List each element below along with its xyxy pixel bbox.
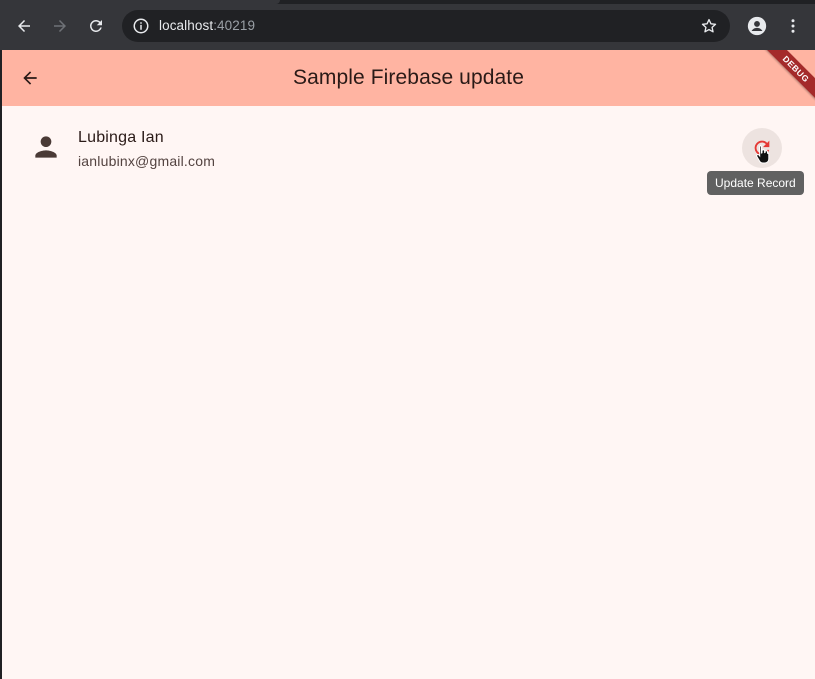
profile-button[interactable] xyxy=(743,12,771,40)
person-icon xyxy=(35,136,57,158)
profile-icon xyxy=(747,16,767,36)
address-url[interactable]: localhost:40219 xyxy=(159,18,255,33)
app-viewport: Sample Firebase update DEBUG Lubinga Ian… xyxy=(2,50,815,679)
arrow-right-icon xyxy=(54,20,66,32)
hand-cursor-icon xyxy=(756,145,770,164)
page-title: Sample Firebase update xyxy=(292,66,524,89)
browser-toolbar: localhost:40219 xyxy=(0,0,815,50)
kebab-menu-icon xyxy=(791,19,795,33)
browser-forward-button[interactable] xyxy=(46,12,74,40)
reload-icon xyxy=(89,19,102,32)
url-port: :40219 xyxy=(213,18,256,33)
list-item[interactable]: Lubinga Ian ianlubinx@gmail.com xyxy=(2,106,815,176)
active-tab-edge[interactable] xyxy=(0,0,280,4)
arrow-left-icon xyxy=(18,20,30,32)
star-icon[interactable] xyxy=(700,17,718,35)
browser-back-button[interactable] xyxy=(10,12,38,40)
browser-menu-button[interactable] xyxy=(779,12,807,40)
update-record-tooltip: Update Record xyxy=(707,171,804,195)
browser-reload-button[interactable] xyxy=(82,12,110,40)
record-name: Lubinga Ian xyxy=(78,129,164,146)
url-host: localhost xyxy=(159,18,214,33)
app-bar: Sample Firebase update xyxy=(2,50,815,106)
record-email: ianlubinx@gmail.com xyxy=(78,153,216,169)
info-icon[interactable] xyxy=(132,17,150,35)
address-bar[interactable]: localhost:40219 xyxy=(122,10,730,42)
